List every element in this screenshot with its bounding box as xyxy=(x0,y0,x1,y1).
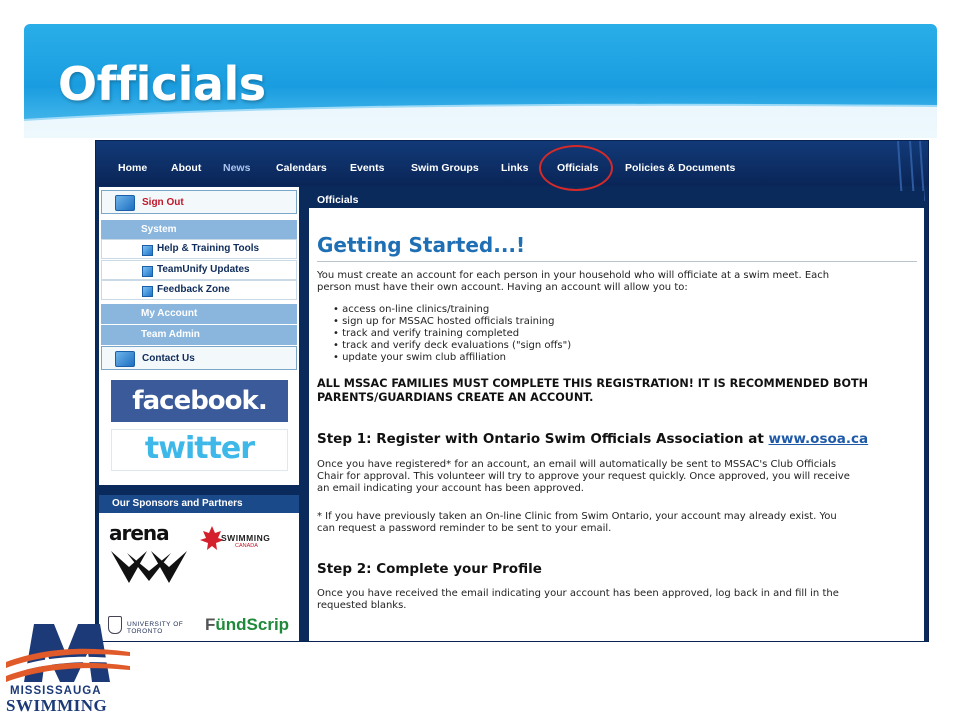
sign-out-label: Sign Out xyxy=(142,197,184,208)
step-1-heading: Step 1: Register with Ontario Swim Offic… xyxy=(317,431,869,447)
facebook-button[interactable]: facebook. xyxy=(111,380,288,422)
slide-title: Officials xyxy=(58,57,266,111)
list-item: access on-line clinics/training xyxy=(333,304,571,316)
registration-notice: ALL MSSAC FAMILIES MUST COMPLETE THIS RE… xyxy=(317,377,868,404)
list-item: sign up for MSSAC hosted officials train… xyxy=(333,316,571,328)
step-2-heading: Step 2: Complete your Profile xyxy=(317,561,542,577)
twitter-button[interactable]: twitter xyxy=(111,429,288,471)
page-heading: Getting Started...! xyxy=(317,233,526,257)
bullet-icon xyxy=(142,245,153,256)
nav-swim-groups[interactable]: Swim Groups xyxy=(411,162,479,174)
bullet-icon xyxy=(142,266,153,277)
osoa-link[interactable]: www.osoa.ca xyxy=(769,431,869,447)
sidebar-item-feedback-zone[interactable]: Feedback Zone xyxy=(101,280,297,300)
step-1-note-2: can request a password reminder to be se… xyxy=(317,523,612,534)
divider xyxy=(317,261,917,262)
nav-home[interactable]: Home xyxy=(118,162,147,174)
sidebar-team-admin[interactable]: Team Admin xyxy=(101,325,297,345)
envelope-icon xyxy=(115,351,135,367)
nav-links[interactable]: Links xyxy=(501,162,528,174)
main-content: Officials Getting Started...! You must c… xyxy=(309,191,924,641)
list-item: track and verify deck evaluations ("sign… xyxy=(333,340,571,352)
content-header: Officials xyxy=(309,191,924,208)
sidebar-item-teamunify-updates[interactable]: TeamUnify Updates xyxy=(101,260,297,280)
list-item: update your swim club affiliation xyxy=(333,352,571,364)
step-1-line-3: an email indicating your account has bee… xyxy=(317,483,584,494)
logo-text-swimming: SWIMMING xyxy=(6,696,108,715)
bullet-icon xyxy=(142,286,153,297)
arena-logo-text: arena xyxy=(109,521,170,545)
list-item: track and verify training completed xyxy=(333,328,571,340)
step-1-line-1: Once you have registered* for an account… xyxy=(317,459,837,470)
nav-about[interactable]: About xyxy=(171,162,201,174)
sidebar: Sign Out System Help & Training Tools Te… xyxy=(99,187,299,641)
sponsors-header: Our Sponsors and Partners xyxy=(99,495,299,513)
website-screenshot: Home About News Calendars Events Swim Gr… xyxy=(95,140,929,642)
nav-news[interactable]: News xyxy=(223,162,250,174)
contact-us-label: Contact Us xyxy=(142,353,195,364)
contact-us-button[interactable]: Contact Us xyxy=(101,346,297,370)
nav-events[interactable]: Events xyxy=(350,162,384,174)
slide-banner: Officials xyxy=(24,24,937,138)
sidebar-my-account[interactable]: My Account xyxy=(101,304,297,324)
step-2-line-2: requested blanks. xyxy=(317,600,407,611)
highlight-circle xyxy=(539,145,613,191)
nav-calendars[interactable]: Calendars xyxy=(276,162,327,174)
step-2-line-1: Once you have received the email indicat… xyxy=(317,588,839,599)
sign-out-icon xyxy=(115,195,135,211)
intro-line-2: person must have their own account. Havi… xyxy=(317,282,688,293)
sidebar-item-help-training[interactable]: Help & Training Tools xyxy=(101,239,297,259)
nav-policies-documents[interactable]: Policies & Documents xyxy=(625,162,735,174)
intro-line-1: You must create an account for each pers… xyxy=(317,270,830,281)
step-1-line-2: Chair for approval. This volunteer will … xyxy=(317,471,850,482)
fundscrip-logo: FündScrip xyxy=(205,615,290,634)
swimming-canada-text: SWIMMING xyxy=(221,533,271,543)
uoft-logo-text: UNIVERSITY OF TORONTO xyxy=(127,621,184,635)
sidebar-system-header[interactable]: System xyxy=(101,220,297,240)
sign-out-button[interactable]: Sign Out xyxy=(101,190,297,214)
top-navigation: Home About News Calendars Events Swim Gr… xyxy=(96,141,928,201)
benefits-list: access on-line clinics/training sign up … xyxy=(333,304,571,364)
step-1-note-1: * If you have previously taken an On-lin… xyxy=(317,511,837,522)
swimming-canada-sub: CANADA xyxy=(235,543,258,549)
